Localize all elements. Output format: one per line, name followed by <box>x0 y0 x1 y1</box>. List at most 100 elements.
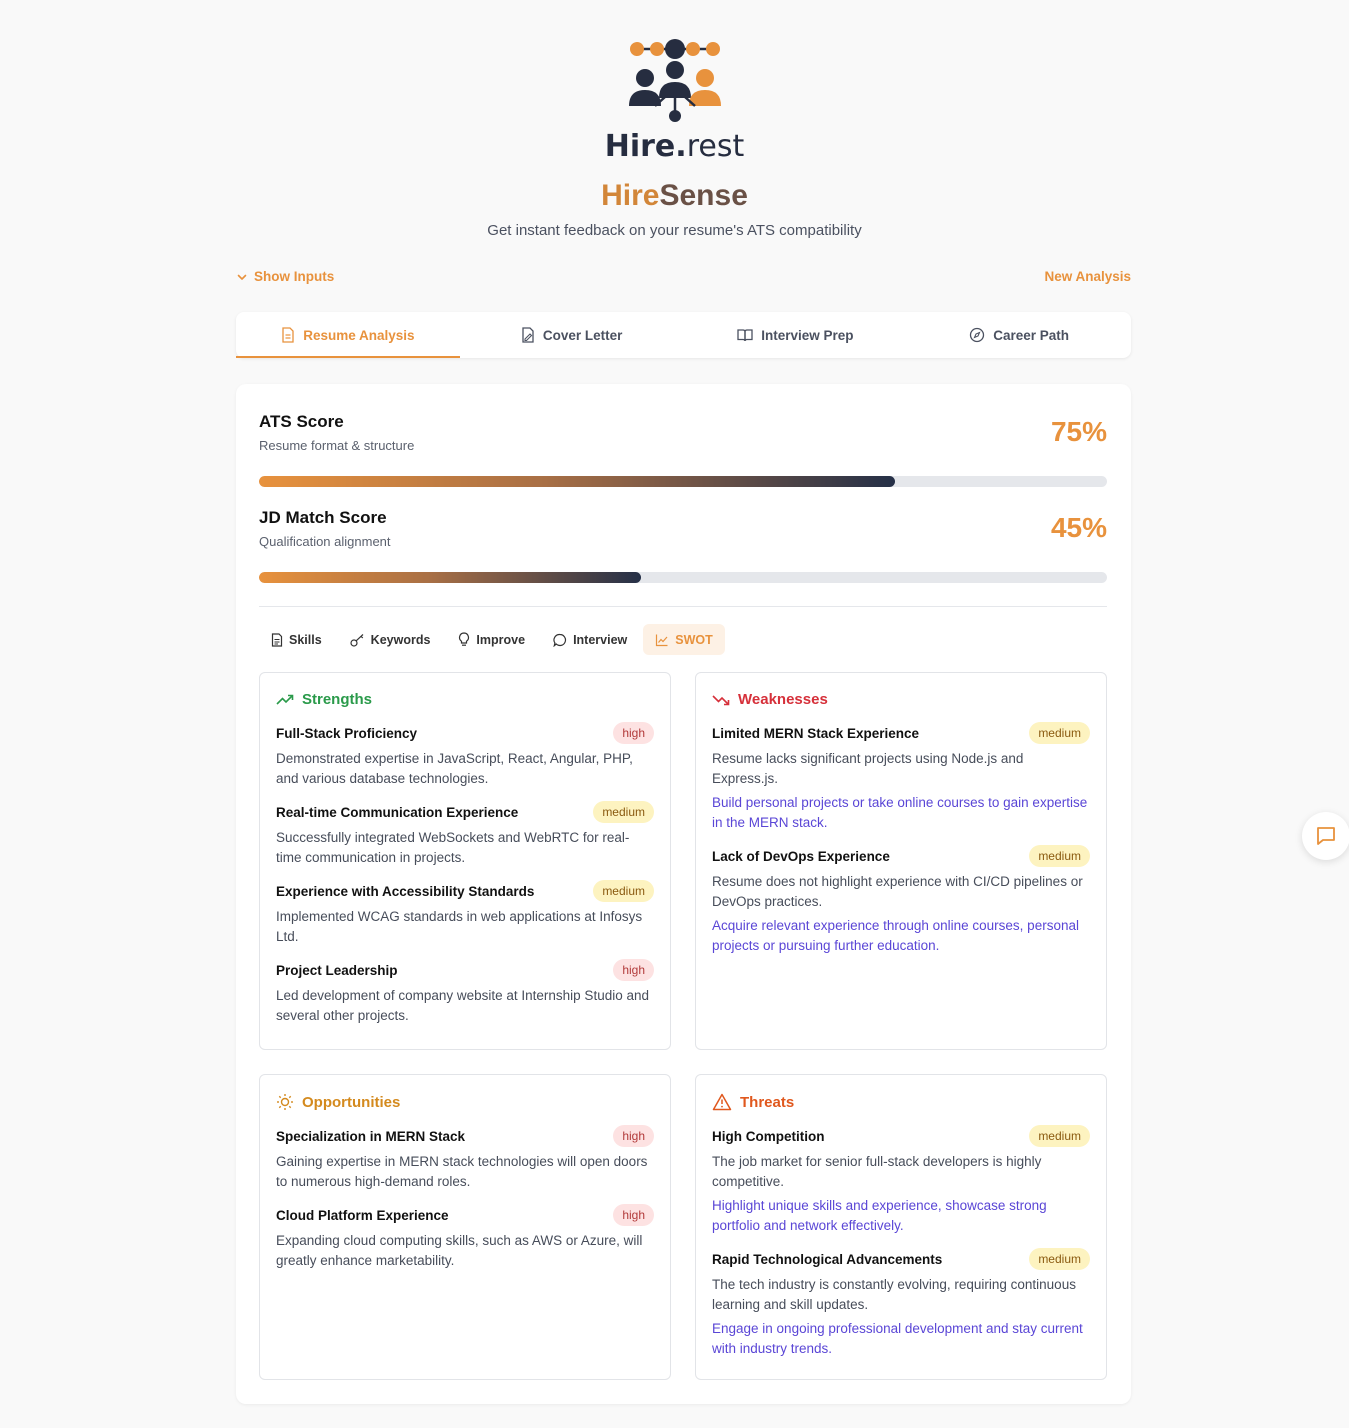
item-description: Gaining expertise in MERN stack technolo… <box>276 1154 648 1189</box>
chat-button[interactable] <box>1302 812 1349 860</box>
swot-weaknesses-card: Weaknesses Limited MERN Stack Experience… <box>695 672 1107 1050</box>
jd-score-section: JD Match Score Qualification alignment 4… <box>259 508 1107 549</box>
chat-icon <box>1317 827 1335 845</box>
weaknesses-title: Weaknesses <box>738 691 828 708</box>
trending-down-icon <box>712 694 730 705</box>
subtab-label: Keywords <box>370 632 431 647</box>
item-title: Real-time Communication Experience <box>276 804 519 820</box>
section-divider <box>259 606 1107 607</box>
subtab-label: Skills <box>289 632 322 647</box>
opportunity-item: Cloud Platform Experience high Expanding … <box>276 1204 654 1271</box>
subtab-interview[interactable]: Interview <box>541 624 639 655</box>
team-network-logo-icon <box>628 39 721 122</box>
message-circle-icon <box>553 633 567 647</box>
show-inputs-toggle[interactable]: Show Inputs <box>236 269 334 284</box>
item-title: Limited MERN Stack Experience <box>712 725 920 741</box>
logo-wordmark: Hire.rest <box>604 129 745 164</box>
subtab-skills[interactable]: Skills <box>259 624 334 655</box>
tab-cover-letter[interactable]: Cover Letter <box>460 312 684 358</box>
item-suggestion: Build personal projects or take online c… <box>712 795 1088 830</box>
strengths-title: Strengths <box>302 691 373 708</box>
document-icon <box>282 327 294 343</box>
ats-score-bar <box>259 476 1107 487</box>
weakness-item: Lack of DevOps Experience medium Resume d… <box>712 845 1090 956</box>
item-description: Demonstrated expertise in JavaScript, Re… <box>276 751 633 786</box>
jd-score-value: 45% <box>1050 512 1107 543</box>
priority-badge: medium <box>1029 1248 1090 1270</box>
jd-score-bar <box>259 572 1107 583</box>
key-icon <box>350 633 364 647</box>
subtab-label: SWOT <box>675 632 713 647</box>
priority-badge: medium <box>593 880 654 902</box>
tab-interview-prep[interactable]: Interview Prep <box>684 312 908 358</box>
strength-item: Full-Stack Proficiency high Demonstrated … <box>276 722 654 789</box>
file-text-icon <box>271 632 283 647</box>
priority-badge: medium <box>1029 1125 1090 1147</box>
item-title: Rapid Technological Advancements <box>712 1251 943 1267</box>
app-subtitle: Get instant feedback on your resume's AT… <box>487 222 862 239</box>
subtab-swot[interactable]: SWOT <box>643 624 725 655</box>
jd-score-title: JD Match Score <box>259 508 387 527</box>
item-description: Resume lacks significant projects using … <box>712 751 1024 786</box>
weakness-item: Limited MERN Stack Experience medium Resu… <box>712 722 1090 833</box>
swot-threats-card: Threats High Competition medium The job m… <box>695 1074 1107 1380</box>
item-suggestion: Engage in ongoing professional developme… <box>712 1321 1083 1356</box>
ats-score-section: ATS Score Resume format & structure 75% <box>259 412 1107 453</box>
priority-badge: high <box>613 959 654 981</box>
line-chart-icon <box>656 634 668 646</box>
strength-item: Real-time Communication Experience medium… <box>276 801 654 868</box>
sun-icon <box>277 1094 293 1110</box>
item-title: Experience with Accessibility Standards <box>276 883 535 899</box>
priority-badge: medium <box>1029 845 1090 867</box>
item-title: High Competition <box>712 1128 825 1144</box>
tab-resume-analysis[interactable]: Resume Analysis <box>236 312 460 358</box>
file-edit-icon <box>522 327 534 343</box>
strengths-header: Strengths <box>276 691 654 708</box>
ats-score-title: ATS Score <box>259 412 344 431</box>
ats-score-bar-fill <box>259 476 895 487</box>
trending-up-icon <box>276 694 294 705</box>
opportunity-item: Specialization in MERN Stack high Gaining… <box>276 1125 654 1192</box>
subtab-improve[interactable]: Improve <box>446 624 537 655</box>
main-tabs: Resume Analysis Cover Letter Interview P… <box>236 312 1131 358</box>
item-description: Led development of company website at In… <box>276 988 649 1023</box>
compass-icon <box>970 327 985 343</box>
tab-career-path[interactable]: Career Path <box>907 312 1131 358</box>
tab-label: Career Path <box>993 327 1070 343</box>
priority-badge: high <box>613 1125 654 1147</box>
weaknesses-header: Weaknesses <box>712 691 1090 708</box>
item-description: The job market for senior full-stack dev… <box>712 1154 1042 1189</box>
priority-badge: high <box>613 1204 654 1226</box>
item-title: Cloud Platform Experience <box>276 1207 449 1223</box>
priority-badge: medium <box>1029 722 1090 744</box>
tab-label: Resume Analysis <box>303 327 415 343</box>
subtab-label: Improve <box>476 632 526 647</box>
lightbulb-icon <box>459 632 470 646</box>
threats-header: Threats <box>712 1093 1090 1111</box>
priority-badge: medium <box>593 801 654 823</box>
book-open-icon <box>737 329 753 342</box>
threat-item: High Competition medium The job market fo… <box>712 1125 1090 1236</box>
subtab-keywords[interactable]: Keywords <box>338 624 443 655</box>
threat-item: Rapid Technological Advancements medium T… <box>712 1248 1090 1359</box>
item-description: Implemented WCAG standards in web applic… <box>276 909 643 944</box>
show-inputs-label: Show Inputs <box>254 269 335 284</box>
item-description: Successfully integrated WebSockets and W… <box>276 830 630 865</box>
swot-strengths-card: Strengths Full-Stack Proficiency high Dem… <box>259 672 671 1050</box>
tab-label: Interview Prep <box>761 327 854 343</box>
strength-item: Experience with Accessibility Standards m… <box>276 880 654 947</box>
new-analysis-button[interactable]: New Analysis <box>1044 269 1131 284</box>
item-description: Resume does not highlight experience wit… <box>712 874 1083 909</box>
item-description: The tech industry is constantly evolving… <box>712 1277 1076 1312</box>
item-suggestion: Highlight unique skills and experience, … <box>712 1198 1047 1233</box>
priority-badge: high <box>613 722 654 744</box>
jd-score-bar-fill <box>259 572 641 583</box>
chevron-down-icon <box>237 274 247 280</box>
item-suggestion: Acquire relevant experience through onli… <box>712 918 1079 953</box>
item-title: Full-Stack Proficiency <box>276 725 418 741</box>
jd-score-subtitle: Qualification alignment <box>259 534 391 549</box>
analysis-panel: ATS Score Resume format & structure 75% … <box>236 384 1131 1404</box>
item-description: Expanding cloud computing skills, such a… <box>276 1233 643 1268</box>
opportunities-header: Opportunities <box>276 1093 654 1111</box>
app-title: HireSense <box>601 179 748 212</box>
